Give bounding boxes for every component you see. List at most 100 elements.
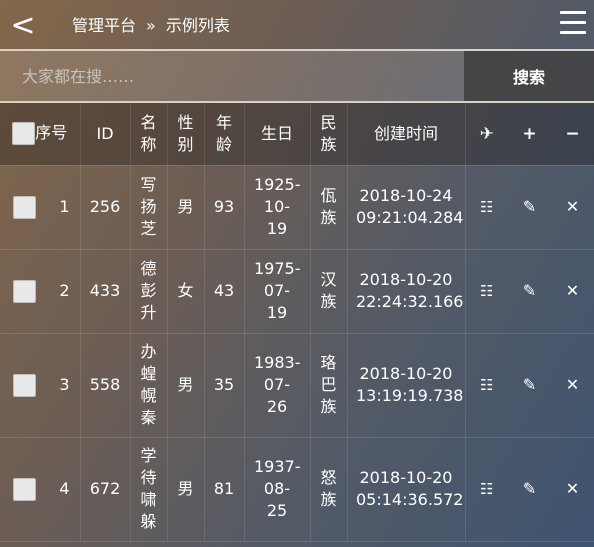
delete-icon[interactable]: ✕ <box>563 478 583 500</box>
cell-seq: 2 <box>59 280 70 300</box>
cell-ethnicity: 佤族 <box>310 165 348 250</box>
cell-birthday: 1975-07-19 <box>244 249 311 334</box>
header-name[interactable]: 名称 <box>130 103 168 166</box>
list-icon[interactable]: ☷ <box>477 196 497 218</box>
search-bar: 搜索 <box>0 51 594 103</box>
header-gender[interactable]: 性别 <box>167 103 205 166</box>
cell-name: 办蝗幌秦 <box>130 333 168 438</box>
breadcrumb-current: 示例列表 <box>165 16 230 35</box>
cell-name-text: 德彭升 <box>140 259 157 322</box>
cell-detail: ☷ <box>465 437 508 542</box>
cell-gender: 男 <box>167 165 205 250</box>
cell-gender: 男 <box>167 333 205 438</box>
header-ethnicity-text: 民族 <box>320 112 337 154</box>
edit-icon[interactable]: ✎ <box>520 374 540 396</box>
add-icon-glyph: + <box>522 123 537 144</box>
plane-icon-glyph: ✈ <box>479 123 494 144</box>
cell-age: 35 <box>204 333 245 438</box>
cell-delete: ✕ <box>551 333 594 438</box>
edit-icon[interactable]: ✎ <box>520 196 540 218</box>
row-checkbox[interactable] <box>13 373 36 397</box>
cell-created: 2018-10-20 05:14:36.572 <box>347 437 466 542</box>
cell-gender: 男 <box>167 437 205 542</box>
edit-icon[interactable]: ✎ <box>520 478 540 500</box>
cell-select: 3 <box>0 333 81 438</box>
breadcrumb-root[interactable]: 管理平台 <box>72 15 136 37</box>
table-row[interactable]: 1 256 写扬芝 男 93 1925-10-19 佤族 2018-10-24 … <box>0 165 594 250</box>
cell-select: 2 <box>0 249 81 334</box>
table-row[interactable]: 4 672 学待啸躲 男 81 1937-08-25 怒族 2018-10-20… <box>0 437 594 542</box>
cell-created-text: 2018-10-20 22:24:32.166 <box>356 270 464 311</box>
cell-name-text: 办蝗幌秦 <box>140 342 157 427</box>
search-button[interactable]: 搜索 <box>464 51 594 101</box>
cell-detail: ☷ <box>465 249 508 334</box>
list-icon[interactable]: ☷ <box>477 478 497 500</box>
back-button[interactable]: < <box>8 6 38 46</box>
header-birthday[interactable]: 生日 <box>244 103 311 166</box>
select-all-checkbox[interactable] <box>12 122 36 146</box>
header-select-all: 序号 <box>0 103 81 166</box>
header-age[interactable]: 年龄 <box>204 103 245 166</box>
cell-created: 2018-10-20 22:24:32.166 <box>347 249 466 334</box>
cell-delete: ✕ <box>551 437 594 542</box>
plane-icon[interactable]: ✈ <box>465 103 508 166</box>
cell-birthday: 1937-08-25 <box>244 437 311 542</box>
cell-ethnicity: 怒族 <box>310 437 348 542</box>
list-icon[interactable]: ☷ <box>477 374 497 396</box>
cell-delete: ✕ <box>551 165 594 250</box>
cell-detail: ☷ <box>465 333 508 438</box>
table-row[interactable]: 2 433 德彭升 女 43 1975-07-19 汉族 2018-10-20 … <box>0 249 594 334</box>
cell-birthday: 1983-07-26 <box>244 333 311 438</box>
cell-birthday-text: 1925-10-19 <box>254 175 301 238</box>
cell-birthday: 1925-10-19 <box>244 165 311 250</box>
cell-created-text: 2018-10-20 13:19:19.738 <box>356 364 464 405</box>
list-icon[interactable]: ☷ <box>477 280 497 302</box>
data-table: 序号 ID 名称 性别 年龄 生日 民族 创建时间 ✈ + − 1 256 写扬… <box>0 103 594 542</box>
cell-id: 256 <box>80 165 131 250</box>
cell-edit: ✎ <box>508 165 551 250</box>
cell-id: 672 <box>80 437 131 542</box>
cell-select: 4 <box>0 437 81 542</box>
cell-seq: 1 <box>59 196 70 216</box>
cell-delete: ✕ <box>551 249 594 334</box>
cell-created: 2018-10-24 09:21:04.284 <box>347 165 466 250</box>
cell-created-text: 2018-10-20 05:14:36.572 <box>356 468 464 509</box>
cell-name: 写扬芝 <box>130 165 168 250</box>
cell-age: 93 <box>204 165 245 250</box>
cell-edit: ✎ <box>508 249 551 334</box>
edit-icon[interactable]: ✎ <box>520 280 540 302</box>
cell-seq: 3 <box>59 374 70 394</box>
row-checkbox[interactable] <box>13 195 36 219</box>
minus-icon[interactable]: − <box>551 103 594 166</box>
cell-ethnicity: 珞巴族 <box>310 333 348 438</box>
cell-detail: ☷ <box>465 165 508 250</box>
cell-edit: ✎ <box>508 333 551 438</box>
header-ethnicity[interactable]: 民族 <box>310 103 348 166</box>
table-row[interactable]: 3 558 办蝗幌秦 男 35 1983-07-26 珞巴族 2018-10-2… <box>0 333 594 438</box>
delete-icon[interactable]: ✕ <box>563 374 583 396</box>
cell-ethnicity-text: 怒族 <box>320 468 337 509</box>
add-icon[interactable]: + <box>508 103 551 166</box>
cell-created: 2018-10-20 13:19:19.738 <box>347 333 466 438</box>
cell-ethnicity-text: 佤族 <box>320 186 337 227</box>
delete-icon[interactable]: ✕ <box>563 280 583 302</box>
header-seq: 序号 <box>35 123 68 143</box>
cell-ethnicity-text: 汉族 <box>320 270 337 311</box>
row-checkbox[interactable] <box>13 477 36 501</box>
menu-icon[interactable] <box>560 11 586 39</box>
cell-name: 德彭升 <box>130 249 168 334</box>
cell-select: 1 <box>0 165 81 250</box>
cell-id: 558 <box>80 333 131 438</box>
search-input[interactable] <box>0 51 464 101</box>
delete-icon[interactable]: ✕ <box>563 196 583 218</box>
top-bar: < 管理平台 » 示例列表 <box>0 0 594 51</box>
row-checkbox[interactable] <box>13 279 36 303</box>
header-id[interactable]: ID <box>80 103 131 166</box>
cell-birthday-text: 1937-08-25 <box>254 457 301 520</box>
breadcrumb: 管理平台 » 示例列表 <box>72 15 230 37</box>
cell-edit: ✎ <box>508 437 551 542</box>
cell-seq: 4 <box>59 478 70 498</box>
minus-icon-glyph: − <box>565 123 580 144</box>
header-created[interactable]: 创建时间 <box>347 103 466 166</box>
cell-gender: 女 <box>167 249 205 334</box>
